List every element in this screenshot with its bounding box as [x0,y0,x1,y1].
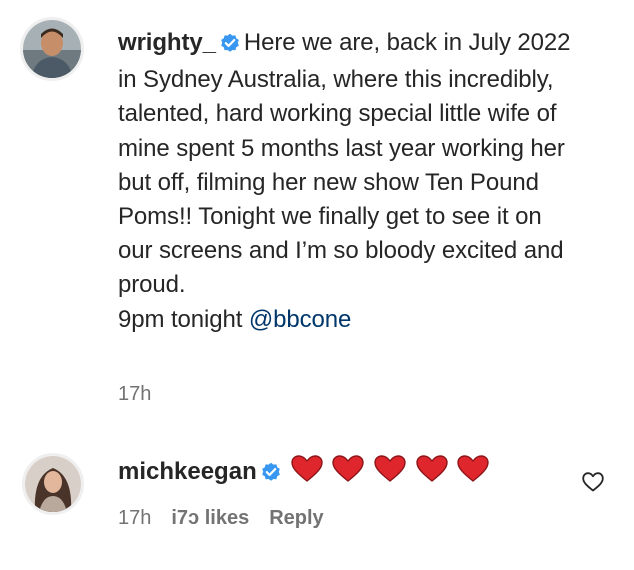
red-heart-icon [457,455,490,493]
avatar-image [23,20,81,78]
hearts-emoji-group [291,455,493,493]
comment-timestamp[interactable]: 17h [118,507,151,529]
caption-text: wrighty_ Here we are, back in July 2022 i… [118,26,578,337]
comment-username[interactable]: michkeegan [118,458,257,485]
verified-badge-icon [220,29,240,63]
comment-meta: 17h i7ɔ likes Reply [118,507,344,530]
comment-row: michkeegan 17h i7ɔ likes Reply [0,440,634,560]
post-caption-block: wrighty_ Here we are, back in July 2022 i… [0,0,634,430]
comment-avatar[interactable] [22,453,84,515]
red-heart-icon [374,455,406,493]
avatar-image [25,456,81,512]
red-heart-icon [332,455,365,493]
post-username[interactable]: wrighty_ [118,29,216,56]
reply-button[interactable]: Reply [269,507,323,529]
heart-outline-icon[interactable] [582,472,604,492]
red-heart-icon [291,455,323,493]
caption-line-prefix: 9pm tonight [118,305,249,333]
verified-badge-icon [261,458,281,492]
red-heart-icon [416,455,448,493]
post-timestamp[interactable]: 17h [118,383,151,406]
comment-text: michkeegan [118,455,492,493]
caption-body: Here we are, back in July 2022 in Sydney… [118,29,571,299]
mention-link[interactable]: @bbcone [249,306,352,333]
avatar[interactable] [20,17,84,81]
comment-likes-count[interactable]: i7ɔ likes [171,507,249,529]
